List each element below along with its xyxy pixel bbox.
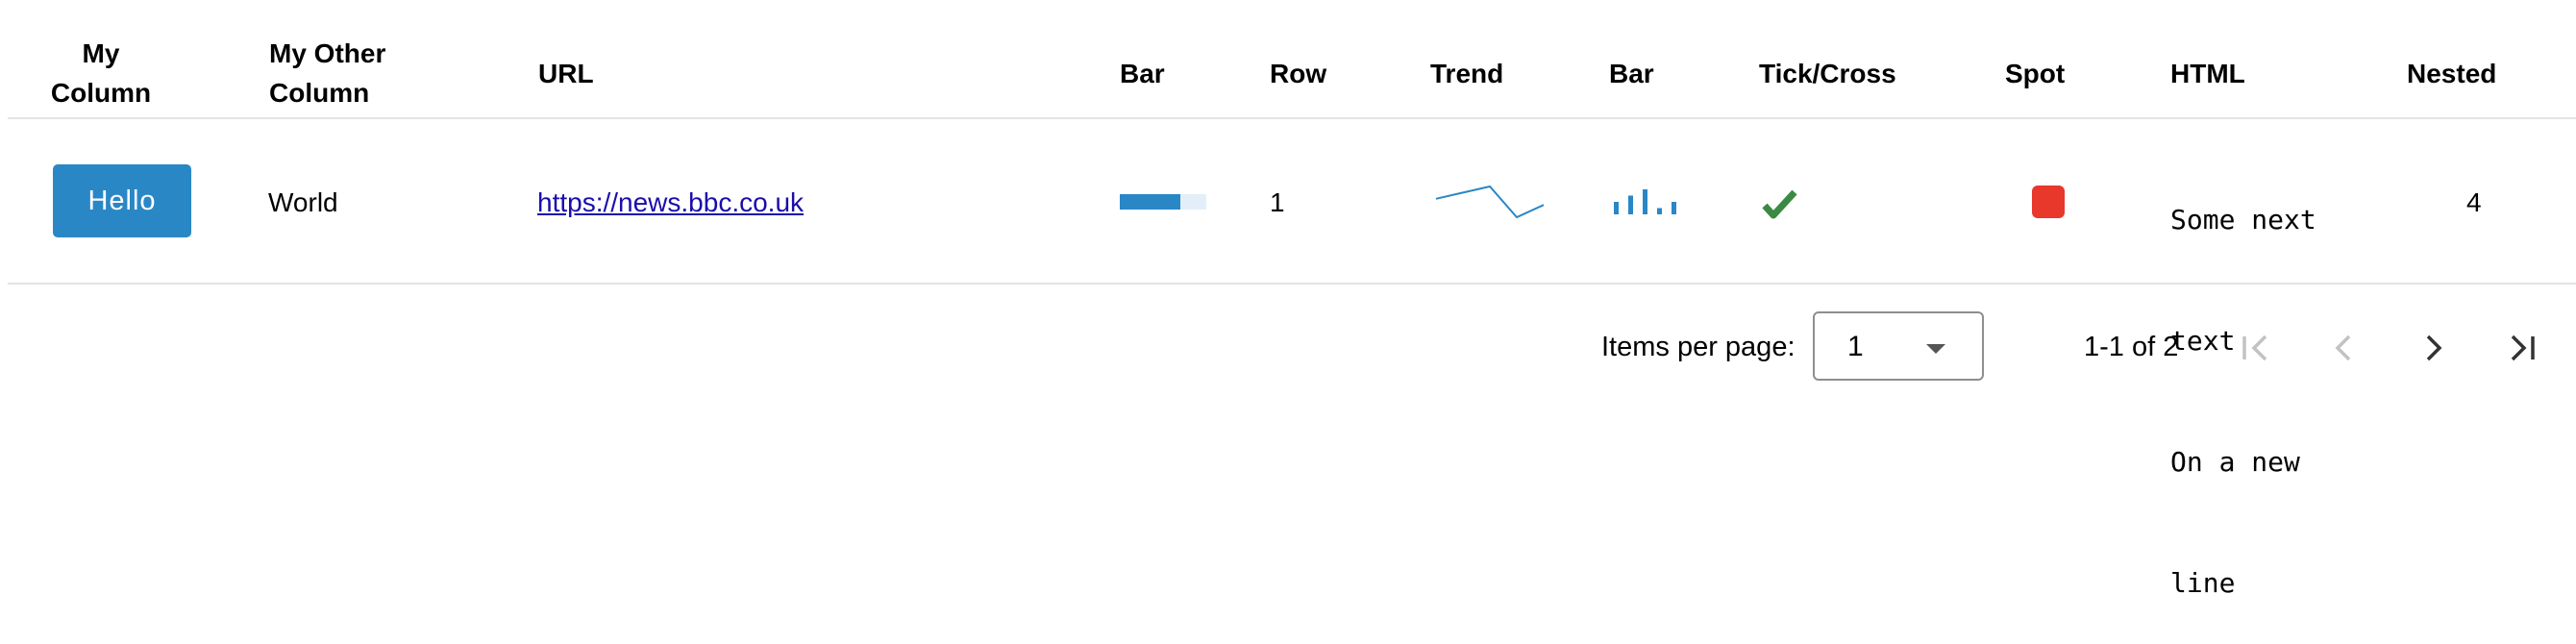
spark-bar <box>1672 202 1676 214</box>
header-nested[interactable]: Nested <box>2407 54 2496 93</box>
html-line-4: line <box>2170 567 2236 599</box>
header-my-column[interactable]: My Column <box>48 34 154 112</box>
header-my-other-column-line1: My Other <box>269 38 386 68</box>
header-trend[interactable]: Trend <box>1430 54 1503 93</box>
hello-button[interactable]: Hello <box>53 164 191 237</box>
spark-bar <box>1628 195 1633 214</box>
header-my-other-column-line2: Column <box>269 78 370 108</box>
html-cell: Some next text On a new line <box>2170 119 2316 644</box>
html-line-1: Some next <box>2170 204 2316 235</box>
cropped-caption <box>135 0 346 6</box>
tick-icon <box>1762 189 1797 219</box>
header-my-other-column[interactable]: My Other Column <box>269 34 385 112</box>
spark-bar <box>1643 189 1647 214</box>
cell-row-number: 1 <box>1270 187 1285 217</box>
header-html[interactable]: HTML <box>2170 54 2245 93</box>
items-per-page-label: Items per page: <box>1601 332 1796 362</box>
cell-nested: 4 <box>2466 187 2482 217</box>
header-my-column-line1: My <box>82 38 120 68</box>
trend-line <box>1435 185 1545 219</box>
header-my-column-line2: Column <box>50 78 152 108</box>
bar-sparkline <box>1614 189 1676 214</box>
dropdown-arrow-icon <box>1926 344 1945 354</box>
header-url[interactable]: URL <box>538 54 594 93</box>
html-line-3: On a new <box>2170 446 2300 478</box>
header-tick-cross[interactable]: Tick/Cross <box>1759 54 1896 93</box>
progress-bar-fill <box>1120 194 1180 210</box>
spark-bar <box>1614 202 1619 214</box>
spot-indicator <box>2032 186 2065 218</box>
progress-bar <box>1120 194 1206 210</box>
first-page-icon[interactable] <box>2233 325 2279 371</box>
chevron-right-icon[interactable] <box>2411 325 2457 371</box>
url-link[interactable]: https://news.bbc.co.uk <box>537 183 804 222</box>
chevron-left-icon[interactable] <box>2321 325 2367 371</box>
header-spot[interactable]: Spot <box>2005 54 2065 93</box>
header-bar[interactable]: Bar <box>1120 54 1165 93</box>
header-row[interactable]: Row <box>1270 54 1326 93</box>
range-label: 1-1 of 2 <box>2084 332 2179 362</box>
cell-other: World <box>268 187 338 217</box>
spark-bar <box>1657 208 1662 214</box>
table-bottom-divider <box>8 283 2576 285</box>
page-size-select[interactable]: 1 <box>1813 311 1984 381</box>
trend-sparkline <box>1435 185 1545 219</box>
header-bar-2[interactable]: Bar <box>1609 54 1654 93</box>
page-size-value: 1 <box>1847 331 1864 362</box>
last-page-icon[interactable] <box>2499 325 2545 371</box>
